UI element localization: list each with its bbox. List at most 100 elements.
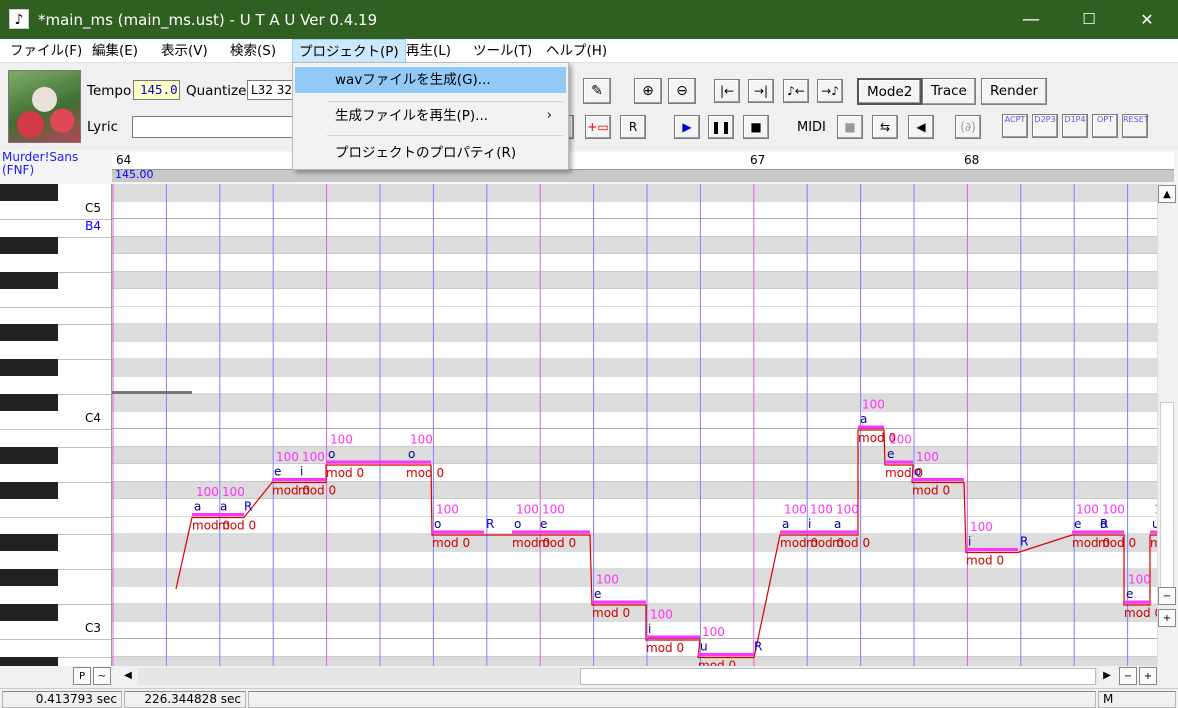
quantize-select[interactable]: L32 32 [247,80,295,100]
mode2-toggle[interactable]: Mode2 [857,78,923,105]
menu-file[interactable]: ファイル(F) [4,39,88,63]
black-key[interactable] [0,656,58,666]
scroll-right-button[interactable]: ▶ [1098,667,1116,685]
note-lyric: a [194,500,201,514]
plugin-opt-button[interactable]: OPT [1092,114,1118,138]
note-modulation: mod 0 [1098,536,1136,550]
window-title: *main_ms (main_ms.ust) - U T A U Ver 0.4… [38,11,378,29]
minimize-button[interactable]: — [1002,0,1060,39]
plugin-acpt-button[interactable]: ACPT [1002,114,1028,138]
piano-keyboard[interactable]: C5 B4 C4 C3 [0,184,112,666]
piano-roll-canvas[interactable]: a100mod 0a100mod 0Re100mod 0i100mod 0o10… [112,184,1157,666]
plugin-d1p4-button[interactable]: D1P4 [1062,114,1088,138]
note-right-button[interactable]: →♪ [817,79,843,103]
black-key[interactable] [0,271,58,289]
music-note-icon: ♪ [9,9,29,29]
render-button[interactable]: Render [981,78,1048,105]
quantize-label: Quantize [186,83,247,99]
lyric-input[interactable] [132,116,302,138]
singer-name[interactable]: Murder!Sans (FNF) [2,151,112,177]
key-label-c3: C3 [84,621,101,635]
go-end-button[interactable]: →| [748,79,774,103]
note-velocity: 100 [1128,573,1151,587]
stop-button[interactable]: ■ [743,115,769,139]
trace-button[interactable]: Trace [922,78,976,105]
go-start-button[interactable]: |← [714,79,740,103]
play-button[interactable]: ▶ [674,115,700,139]
measure-64: 64 [116,153,132,167]
menu-tools[interactable]: ツール(T) [467,39,538,63]
note-velocity: 100 [542,503,565,517]
note-velocity: 100 [650,608,673,622]
note-left-button[interactable]: ♪← [783,79,809,103]
plugin-reset-button[interactable]: RESET [1122,114,1149,138]
measure-ruler[interactable]: 64 67 68 [112,152,1174,170]
hzoom-plus-button[interactable]: + [1139,667,1157,685]
insert-rest-button[interactable]: R [620,115,646,139]
plugin-d2p3-button[interactable]: D2P3 [1032,114,1058,138]
close-button[interactable]: ✕ [1118,0,1176,39]
black-key[interactable] [0,324,58,341]
pencil-button[interactable]: ✎ [583,78,611,104]
add-note-button[interactable]: +▭ [585,115,611,139]
menu-view[interactable]: 表示(V) [155,39,214,63]
black-key[interactable] [0,184,58,201]
midi-sync-button[interactable]: ⇆ [872,115,898,139]
go-start-icon: |← [719,84,735,98]
scroll-thumb[interactable] [1160,402,1174,592]
midi-record-button[interactable]: ■ [837,115,863,139]
black-key[interactable] [0,604,58,621]
sync-icon: ⇆ [879,120,891,134]
ab-button[interactable]: (∂) [955,115,981,139]
black-key[interactable] [0,359,58,376]
note-velocity: 100 [436,503,459,517]
note-modulation: mod 0 [646,641,684,655]
note-velocity: 100 [330,433,353,447]
scroll-up-button[interactable]: ▲ [1158,185,1176,203]
menu-item-play-generated[interactable]: 生成ファイルを再生(P)... › [295,103,566,129]
black-key[interactable] [0,394,58,411]
vertical-scrollbar[interactable]: ▲ − + [1157,184,1177,666]
scroll-left-button[interactable]: ◀ [119,667,137,685]
hzoom-minus-button[interactable]: − [1119,667,1137,685]
key-divider [0,429,111,430]
horizontal-scroll-track[interactable] [138,668,1098,685]
piano-roll[interactable]: a 100 mod 0 a 100 mod 0 Re 100 mod 0 i 100 mod 0 o 10… [112,184,1157,666]
maximize-button[interactable]: ☐ [1060,0,1118,39]
tempo-bar[interactable]: 145.00 [112,168,1174,182]
black-key[interactable] [0,569,58,586]
note-lyric: R [754,640,762,654]
zoom-out-button[interactable]: ⊖ [668,78,696,104]
black-key[interactable] [0,236,58,254]
menu-project[interactable]: プロジェクト(P) [292,39,406,63]
pitch-toggle-button[interactable]: P [73,667,91,685]
note-lyric: i [968,535,971,549]
note-modulation: mod 0 [298,484,336,498]
black-key[interactable] [0,534,58,551]
note-right-icon: →♪ [821,84,839,98]
tempo-input[interactable]: 145.0 [133,80,180,100]
horizontal-scroll-thumb[interactable] [580,668,1096,685]
black-key[interactable] [0,481,58,499]
black-key[interactable] [0,446,58,464]
menu-item-generate-wav[interactable]: wavファイルを生成(G)... [295,67,566,93]
midi-speaker-button[interactable]: ◀ [908,115,934,139]
menu-help[interactable]: ヘルプ(H) [540,39,613,63]
pause-button[interactable]: ❚❚ [708,115,734,139]
note-lyric: o [914,465,921,479]
menu-search[interactable]: 検索(S) [224,39,282,63]
singer-avatar[interactable] [8,70,81,143]
note-velocity: 100 [596,573,619,587]
zoom-in-button[interactable]: ⊕ [634,78,662,104]
speaker-icon: ◀ [916,120,926,134]
note-modulation: mod 0 [218,519,256,533]
vzoom-minus-button[interactable]: − [1158,587,1176,605]
note-velocity: 100 [516,503,539,517]
menu-edit[interactable]: 編集(E) [86,39,144,63]
vibrato-toggle-button[interactable]: ~ [93,667,111,685]
note-lyric: u [700,640,708,654]
menu-item-project-properties[interactable]: プロジェクトのプロパティ(R) [295,140,566,166]
menu-play[interactable]: 再生(L) [400,39,457,63]
vzoom-plus-button[interactable]: + [1158,609,1176,627]
status-length: 226.344828 sec [124,691,246,708]
